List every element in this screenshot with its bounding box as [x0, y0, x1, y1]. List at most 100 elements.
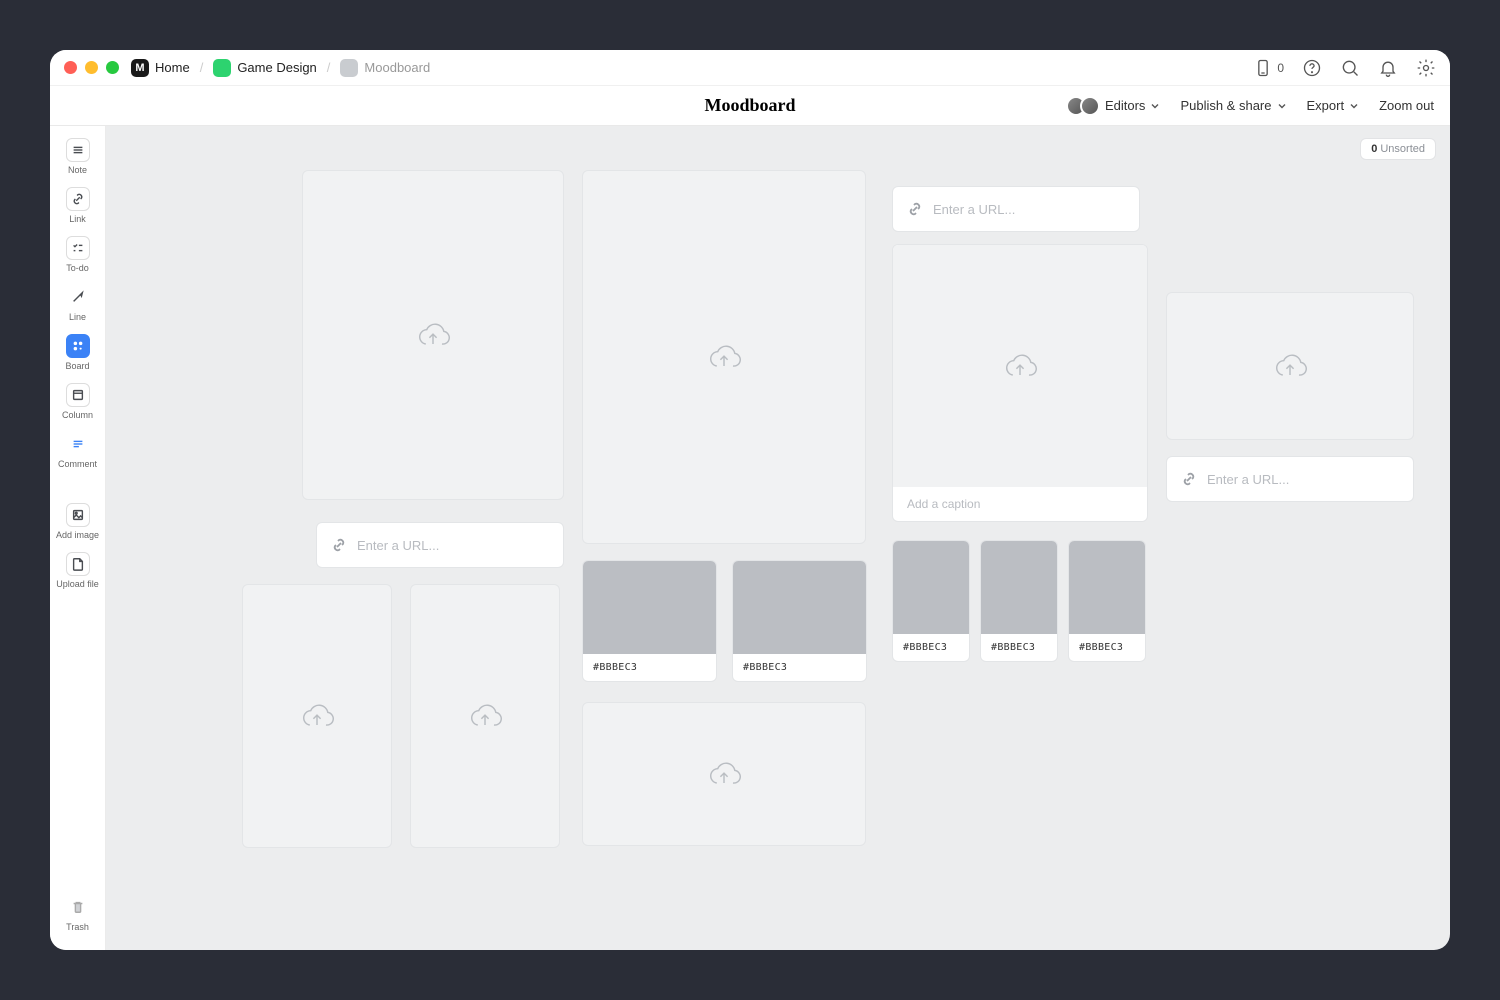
tool-column[interactable]: Column — [54, 379, 102, 424]
zoom-out-button[interactable]: Zoom out — [1379, 98, 1434, 113]
header-actions: Editors Publish & share Export Zoom out — [1066, 96, 1434, 116]
editors-label: Editors — [1105, 98, 1145, 113]
upload-placeholder[interactable] — [242, 584, 392, 848]
color-swatch[interactable]: #BBBEC3 — [1068, 540, 1146, 662]
tool-comment[interactable]: Comment — [54, 428, 102, 473]
upload-placeholder[interactable] — [1166, 292, 1414, 440]
page-header: Moodboard Editors Publish & share Export… — [50, 86, 1450, 126]
swatch-color — [893, 541, 969, 634]
chevron-down-icon — [1277, 101, 1287, 111]
titlebar: M Home / Game Design / Moodboard 0 — [50, 50, 1450, 86]
tool-line[interactable]: Line — [54, 281, 102, 326]
search-icon[interactable] — [1340, 58, 1360, 78]
home-icon: M — [131, 59, 149, 77]
link-icon — [66, 187, 90, 211]
image-icon — [66, 503, 90, 527]
upload-placeholder[interactable] — [582, 702, 866, 846]
color-swatch[interactable]: #BBBEC3 — [582, 560, 717, 682]
swatch-hex: #BBBEC3 — [893, 634, 969, 661]
cloud-upload-icon — [1272, 351, 1308, 381]
swatch-color — [583, 561, 716, 654]
image-caption-card[interactable]: Add a caption — [892, 244, 1148, 522]
tool-label: Upload file — [56, 579, 99, 589]
url-input[interactable] — [1207, 472, 1399, 487]
avatar — [1080, 96, 1100, 116]
tool-label: Trash — [66, 922, 89, 932]
help-icon[interactable] — [1302, 58, 1322, 78]
cloud-upload-icon — [706, 759, 742, 789]
tool-todo[interactable]: To-do — [54, 232, 102, 277]
tool-trash[interactable]: Trash — [54, 891, 102, 936]
url-input[interactable] — [933, 202, 1125, 217]
url-card[interactable] — [316, 522, 564, 568]
swatch-color — [1069, 541, 1145, 634]
page-title: Moodboard — [704, 95, 795, 116]
file-icon — [66, 552, 90, 576]
breadcrumb: M Home / Game Design / Moodboard — [131, 59, 430, 77]
phone-preview-button[interactable]: 0 — [1253, 58, 1284, 78]
canvas[interactable]: 0Unsorted #BBBEC3 — [106, 126, 1450, 950]
project-icon — [213, 59, 231, 77]
export-label: Export — [1307, 98, 1345, 113]
upload-placeholder[interactable] — [582, 170, 866, 544]
zoom-out-label: Zoom out — [1379, 98, 1434, 113]
todo-icon — [66, 236, 90, 260]
tool-label: Column — [62, 410, 93, 420]
tool-upload-file[interactable]: Upload file — [54, 548, 102, 593]
swatch-hex: #BBBEC3 — [981, 634, 1057, 661]
close-window[interactable] — [64, 61, 77, 74]
gear-icon[interactable] — [1416, 58, 1436, 78]
minimize-window[interactable] — [85, 61, 98, 74]
swatch-color — [981, 541, 1057, 634]
upload-placeholder[interactable] — [410, 584, 560, 848]
breadcrumb-page-label: Moodboard — [364, 60, 430, 75]
tool-label: To-do — [66, 263, 89, 273]
export-dropdown[interactable]: Export — [1307, 98, 1360, 113]
tool-board[interactable]: Board — [54, 330, 102, 375]
zoom-window[interactable] — [106, 61, 119, 74]
phone-icon — [1253, 58, 1273, 78]
link-icon — [907, 201, 923, 217]
cloud-upload-icon — [299, 701, 335, 731]
breadcrumb-home[interactable]: M Home — [131, 59, 190, 77]
tool-note[interactable]: Note — [54, 134, 102, 179]
link-icon — [1181, 471, 1197, 487]
line-icon — [66, 285, 90, 309]
swatch-hex: #BBBEC3 — [583, 654, 716, 681]
upload-placeholder[interactable] — [302, 170, 564, 500]
publish-dropdown[interactable]: Publish & share — [1180, 98, 1286, 113]
link-icon — [331, 537, 347, 553]
tool-label: Link — [69, 214, 86, 224]
color-swatch[interactable]: #BBBEC3 — [980, 540, 1058, 662]
cloud-upload-icon — [415, 320, 451, 350]
breadcrumb-home-label: Home — [155, 60, 190, 75]
breadcrumb-sep: / — [200, 60, 204, 75]
color-swatch[interactable]: #BBBEC3 — [892, 540, 970, 662]
color-swatch[interactable]: #BBBEC3 — [732, 560, 867, 682]
tool-label: Note — [68, 165, 87, 175]
upload-placeholder — [893, 245, 1147, 487]
tool-label: Board — [65, 361, 89, 371]
tool-sidebar: Note Link To-do Line Board Column — [50, 126, 106, 950]
url-card[interactable] — [1166, 456, 1414, 502]
tool-label: Add image — [56, 530, 99, 540]
tool-add-image[interactable]: Add image — [54, 499, 102, 544]
avatar-stack — [1066, 96, 1100, 116]
unsorted-badge[interactable]: 0Unsorted — [1360, 138, 1436, 160]
titlebar-actions: 0 — [1253, 58, 1436, 78]
unsorted-count: 0 — [1371, 143, 1377, 155]
bell-icon[interactable] — [1378, 58, 1398, 78]
tool-link[interactable]: Link — [54, 183, 102, 228]
cloud-upload-icon — [706, 342, 742, 372]
editors-dropdown[interactable]: Editors — [1066, 96, 1160, 116]
url-card[interactable] — [892, 186, 1140, 232]
window-controls — [64, 61, 119, 74]
workspace: Note Link To-do Line Board Column — [50, 126, 1450, 950]
tool-label: Comment — [58, 459, 97, 469]
chevron-down-icon — [1150, 101, 1160, 111]
chevron-down-icon — [1349, 101, 1359, 111]
breadcrumb-current[interactable]: Moodboard — [340, 59, 430, 77]
url-input[interactable] — [357, 538, 549, 553]
breadcrumb-project[interactable]: Game Design — [213, 59, 316, 77]
caption-placeholder[interactable]: Add a caption — [893, 487, 1147, 521]
